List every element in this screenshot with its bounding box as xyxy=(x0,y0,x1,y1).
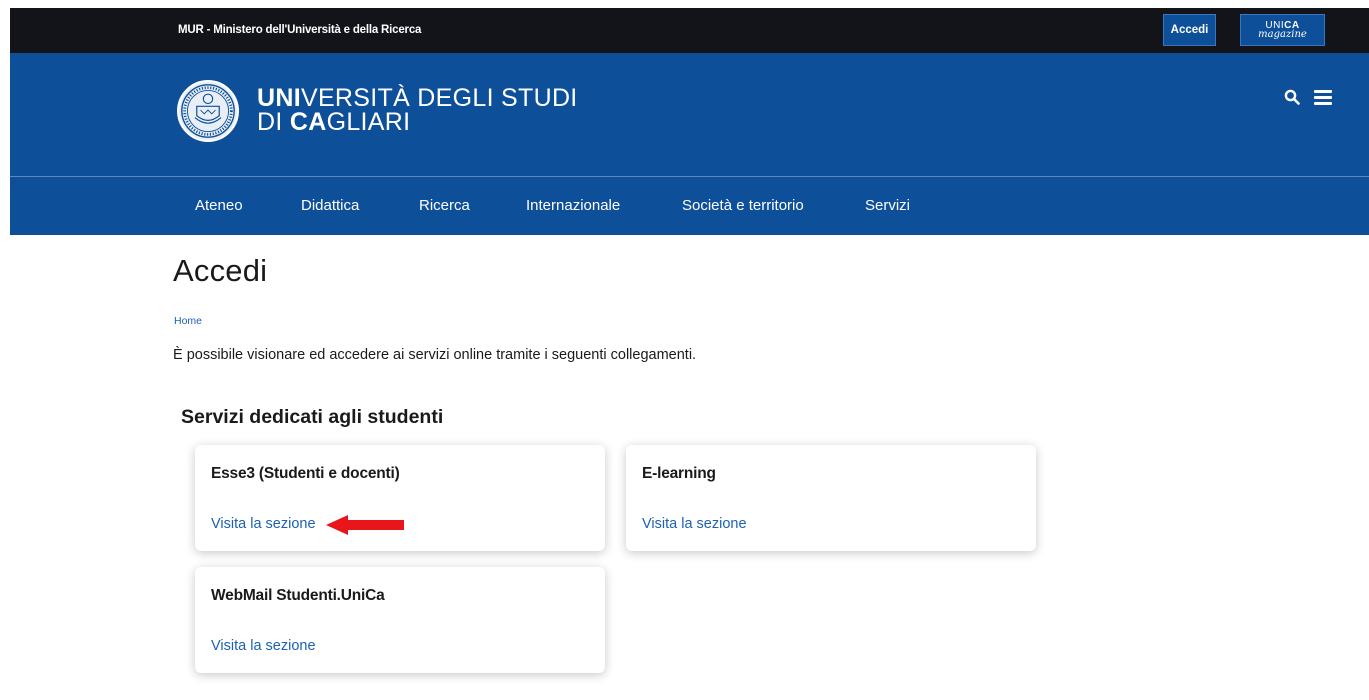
page-title: Accedi xyxy=(173,253,268,288)
seal-graphic xyxy=(181,84,235,138)
card-link[interactable]: Visita la sezione xyxy=(211,516,316,532)
login-button[interactable]: Accedi xyxy=(1163,14,1216,46)
red-arrow-icon xyxy=(326,515,404,535)
nav-item-servizi[interactable]: Servizi xyxy=(865,177,910,235)
search-icon[interactable] xyxy=(1284,89,1300,105)
service-card-webmail: WebMail Studenti.UniCa Visita la sezione xyxy=(195,567,605,673)
card-title: WebMail Studenti.UniCa xyxy=(211,587,385,604)
card-link[interactable]: Visita la sezione xyxy=(642,516,747,532)
nav-item-didattica[interactable]: Didattica xyxy=(301,177,359,235)
section-title: Servizi dedicati agli studenti xyxy=(181,406,444,428)
card-title: E-learning xyxy=(642,465,716,482)
ministry-link[interactable]: MUR - Ministero dell'Università e della … xyxy=(178,8,421,53)
university-seal-icon[interactable] xyxy=(177,80,239,142)
card-link[interactable]: Visita la sezione xyxy=(211,638,316,654)
header-actions xyxy=(1284,89,1332,105)
nav-item-societa-territorio[interactable]: Società e territorio xyxy=(682,177,804,235)
university-logo-text[interactable]: UNIVERSITÀ DEGLI STUDI DI CAGLIARI xyxy=(257,84,578,136)
logo-line2: DI CAGLIARI xyxy=(257,108,411,136)
top-bar: MUR - Ministero dell'Università e della … xyxy=(10,8,1369,53)
magazine-button[interactable]: UNICA magazine xyxy=(1240,14,1325,46)
logo-line1: UNIVERSITÀ DEGLI STUDI xyxy=(257,84,578,112)
nav-item-internazionale[interactable]: Internazionale xyxy=(526,177,620,235)
menu-icon[interactable] xyxy=(1314,89,1332,105)
magazine-logo-line2: magazine xyxy=(1258,29,1307,40)
card-title: Esse3 (Studenti e docenti) xyxy=(211,465,400,482)
intro-text: È possibile visionare ed accedere ai ser… xyxy=(173,347,697,363)
site-header: UNIVERSITÀ DEGLI STUDI DI CAGLIARI xyxy=(10,53,1369,176)
breadcrumb-home[interactable]: Home xyxy=(174,315,202,327)
nav-item-ricerca[interactable]: Ricerca xyxy=(419,177,470,235)
service-card-elearning: E-learning Visita la sezione xyxy=(626,445,1036,551)
main-nav: Ateneo Didattica Ricerca Internazionale … xyxy=(10,176,1369,235)
nav-item-ateneo[interactable]: Ateneo xyxy=(195,177,243,235)
